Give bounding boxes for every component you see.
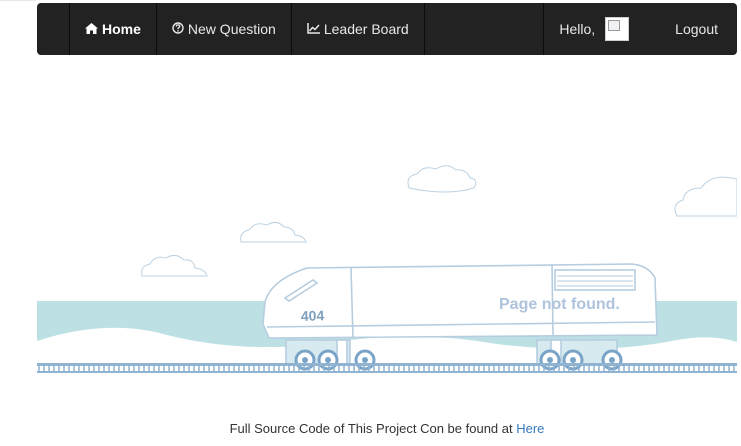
cloud bbox=[141, 254, 208, 277]
nav-user-area: Hello, Logout bbox=[543, 3, 737, 55]
train-number: 404 bbox=[301, 307, 325, 324]
cloud bbox=[240, 221, 307, 243]
nav-new-question-label: New Question bbox=[187, 21, 276, 37]
line-chart-icon bbox=[307, 22, 320, 36]
user-avatar bbox=[605, 17, 630, 41]
page-top-rule bbox=[0, 0, 36, 1]
cloud bbox=[407, 165, 477, 193]
footer-text: Full Source Code of This Project Con be … bbox=[229, 421, 513, 436]
rail bbox=[37, 363, 737, 366]
page-not-found-message: Page not found. bbox=[499, 296, 620, 313]
nav-leader-board-link[interactable]: Leader Board bbox=[292, 3, 425, 55]
nav-home-link[interactable]: Home bbox=[70, 3, 157, 55]
logout-link[interactable]: Logout bbox=[639, 3, 737, 55]
train-404-illustration: 404 Page not found. bbox=[37, 165, 737, 373]
source-code-link[interactable]: Here bbox=[516, 421, 544, 436]
nav-menu: Home New Question Leader Board bbox=[69, 3, 425, 55]
user-greeting: Hello, bbox=[544, 3, 639, 55]
nav-new-question-link[interactable]: New Question bbox=[157, 3, 292, 55]
page-footer: Full Source Code of This Project Con be … bbox=[0, 421, 741, 436]
logout-label: Logout bbox=[675, 21, 718, 37]
nav-home-label: Home bbox=[102, 21, 141, 37]
rail-base bbox=[37, 371, 737, 373]
top-navbar: Home New Question Leader Board Hello, Lo… bbox=[37, 3, 737, 55]
question-circle-icon bbox=[172, 22, 184, 36]
home-icon bbox=[85, 22, 98, 36]
nav-leader-board-label: Leader Board bbox=[323, 21, 409, 37]
cloud bbox=[674, 176, 737, 217]
greeting-text: Hello, bbox=[559, 21, 596, 37]
